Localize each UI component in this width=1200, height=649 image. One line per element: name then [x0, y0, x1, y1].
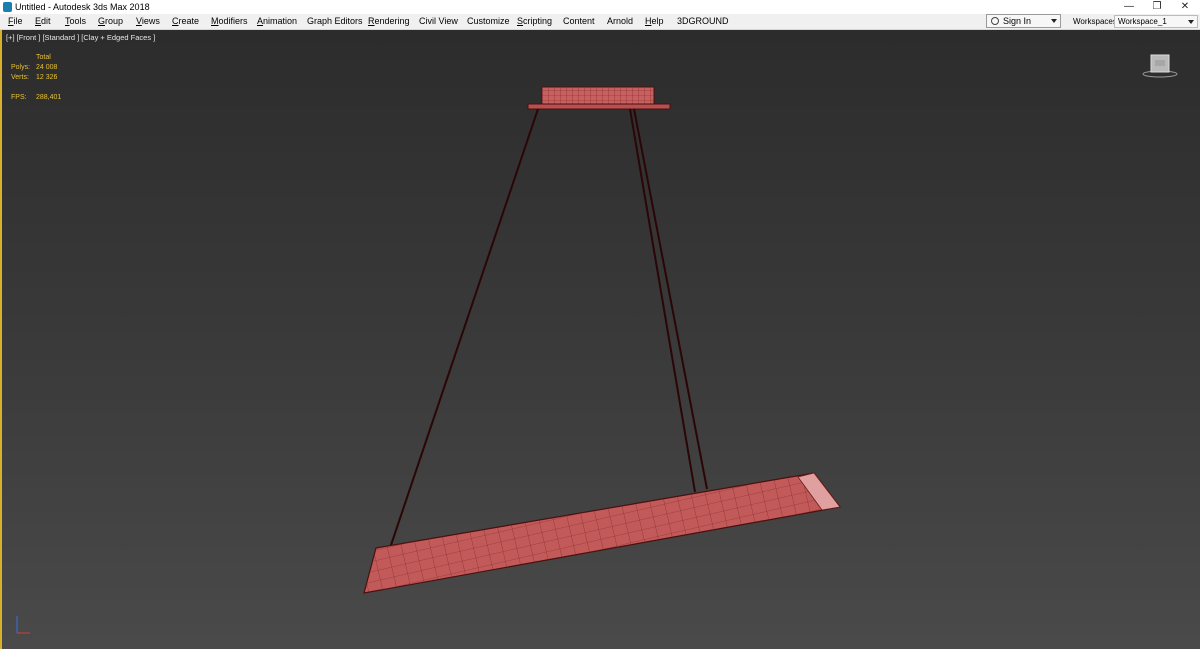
- sign-in-dropdown[interactable]: Sign In: [986, 14, 1061, 28]
- menu-scripting[interactable]: Scripting: [515, 14, 554, 29]
- suspension-wires: [389, 108, 708, 549]
- menu-graph-editors[interactable]: Graph Editors: [305, 14, 365, 29]
- title-bar: Untitled - Autodesk 3ds Max 2018 — ❐ ✕: [0, 0, 1200, 14]
- workspaces-label: Workspaces:: [1073, 17, 1120, 26]
- menu-customize[interactable]: Customize: [465, 14, 512, 29]
- sign-in-label: Sign In: [1003, 16, 1032, 26]
- front-viewport[interactable]: [+] [Front ] [Standard ] [Clay + Edged F…: [0, 30, 1200, 649]
- menu-tools[interactable]: Tools: [63, 14, 88, 29]
- close-button[interactable]: ✕: [1170, 0, 1200, 14]
- menu-civil-view[interactable]: Civil View: [417, 14, 460, 29]
- menu-3dground[interactable]: 3DGROUND: [675, 14, 731, 29]
- window-title: Untitled - Autodesk 3ds Max 2018: [15, 2, 150, 12]
- app-icon: [3, 2, 12, 12]
- restore-button[interactable]: ❐: [1142, 0, 1172, 14]
- menu-content[interactable]: Content: [561, 14, 597, 29]
- menu-rendering[interactable]: Rendering: [366, 14, 412, 29]
- menu-edit[interactable]: Edit: [33, 14, 53, 29]
- minimize-button[interactable]: —: [1114, 0, 1144, 14]
- menu-animation[interactable]: Animation: [255, 14, 299, 29]
- chevron-down-icon: [1188, 20, 1194, 24]
- user-icon: [991, 17, 999, 25]
- menu-group[interactable]: Group: [96, 14, 125, 29]
- menu-modifiers[interactable]: Modifiers: [209, 14, 250, 29]
- menu-create[interactable]: Create: [170, 14, 201, 29]
- menu-views[interactable]: Views: [134, 14, 162, 29]
- workspaces-value: Workspace_1: [1118, 17, 1167, 26]
- axis-tripod-icon: [16, 616, 30, 634]
- menu-help[interactable]: Help: [643, 14, 666, 29]
- menu-arnold[interactable]: Arnold: [605, 14, 635, 29]
- canopy: [527, 86, 671, 110]
- light-bar: [363, 472, 842, 594]
- workspaces-select[interactable]: Workspace_1: [1114, 15, 1198, 28]
- pendant-lamp-model[interactable]: [2, 30, 1198, 649]
- menu-file[interactable]: File: [6, 14, 25, 29]
- chevron-down-icon: [1051, 19, 1057, 23]
